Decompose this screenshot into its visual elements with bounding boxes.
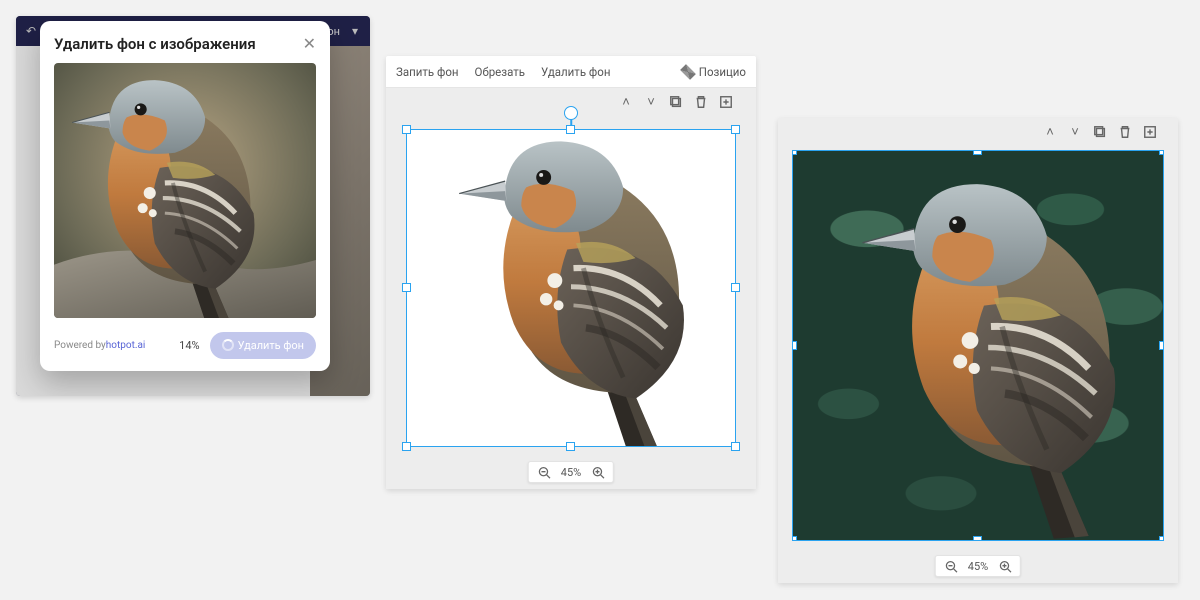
layer-action-row: ˄ ˅ [618, 94, 734, 110]
progress-percent: 14% [179, 339, 199, 352]
resize-handle-br[interactable] [731, 442, 740, 451]
menu-position[interactable]: Позицио [681, 65, 746, 79]
duplicate-icon[interactable] [1092, 124, 1108, 140]
delete-icon[interactable] [1117, 124, 1133, 140]
panel-editor-transparent: Запить фон Обрезать Удалить фон Позицио … [386, 56, 756, 489]
move-up-icon[interactable]: ˄ [1042, 124, 1058, 140]
resize-handle-tl[interactable] [402, 125, 411, 134]
add-icon[interactable] [718, 94, 734, 110]
editor-menubar: Запить фон Обрезать Удалить фон Позицио [386, 56, 756, 88]
editor-canvas-area[interactable]: ˄ ˅ 45% [778, 118, 1178, 583]
menu-crop[interactable]: Обрезать [475, 65, 526, 79]
resize-handle-t[interactable] [566, 125, 575, 134]
resize-handle-b[interactable] [973, 536, 982, 541]
resize-handle-r[interactable] [731, 283, 740, 292]
modal-preview-image [54, 63, 316, 318]
move-down-icon[interactable]: ˅ [643, 94, 659, 110]
menu-remove-bg[interactable]: Удалить фон [541, 65, 610, 79]
resize-handle-bl[interactable] [402, 442, 411, 451]
spinner-icon [222, 339, 234, 351]
zoom-in-icon[interactable] [998, 559, 1012, 573]
resize-handle-tr[interactable] [731, 125, 740, 134]
selection-frame[interactable] [406, 129, 736, 447]
resize-handle-b[interactable] [566, 442, 575, 451]
undo-icon[interactable]: ↶ [22, 22, 40, 40]
resize-handle-r[interactable] [1159, 341, 1164, 350]
powered-by-label: Powered by [54, 340, 106, 351]
zoom-out-icon[interactable] [944, 559, 958, 573]
resize-handle-tr[interactable] [1159, 150, 1164, 155]
layers-icon [680, 64, 696, 80]
remove-bg-button[interactable]: Удалить фон [210, 332, 316, 359]
resize-handle-l[interactable] [792, 341, 797, 350]
menu-fill-bg[interactable]: Запить фон [396, 65, 459, 79]
zoom-out-icon[interactable] [537, 465, 551, 479]
move-down-icon[interactable]: ˅ [1067, 124, 1083, 140]
delete-icon[interactable] [693, 94, 709, 110]
close-icon[interactable]: ✕ [303, 36, 316, 52]
selection-frame[interactable] [792, 150, 1164, 541]
zoom-bar: 45% [935, 555, 1021, 577]
zoom-value: 45% [968, 560, 988, 573]
zoom-bar: 45% [528, 461, 614, 483]
resize-handle-br[interactable] [1159, 536, 1164, 541]
resize-handle-l[interactable] [402, 283, 411, 292]
panel-editor-leaves-bg: ˄ ˅ 45% [778, 118, 1178, 583]
rotate-handle[interactable] [564, 106, 578, 120]
modal-title: Удалить фон с изображения [54, 35, 256, 53]
panel-remove-bg-modal-screenshot: ↶ ↷ рон ▾ Удалить фон с изображения ✕ [16, 16, 370, 396]
duplicate-icon[interactable] [668, 94, 684, 110]
move-up-icon[interactable]: ˄ [618, 94, 634, 110]
resize-handle-tl[interactable] [792, 150, 797, 155]
zoom-in-icon[interactable] [591, 465, 605, 479]
resize-handle-t[interactable] [973, 150, 982, 155]
resize-handle-bl[interactable] [792, 536, 797, 541]
chevron-down-icon[interactable]: ▾ [346, 22, 364, 40]
add-icon[interactable] [1142, 124, 1158, 140]
zoom-value: 45% [561, 466, 581, 479]
layer-action-row: ˄ ˅ [1042, 124, 1158, 140]
remove-bg-modal: Удалить фон с изображения ✕ [40, 21, 330, 371]
hotpot-link[interactable]: hotpot.ai [106, 340, 146, 351]
editor-canvas-area[interactable]: ˄ ˅ 45% [386, 88, 756, 489]
dim-editor-body: Удалить фон с изображения ✕ [16, 46, 370, 396]
